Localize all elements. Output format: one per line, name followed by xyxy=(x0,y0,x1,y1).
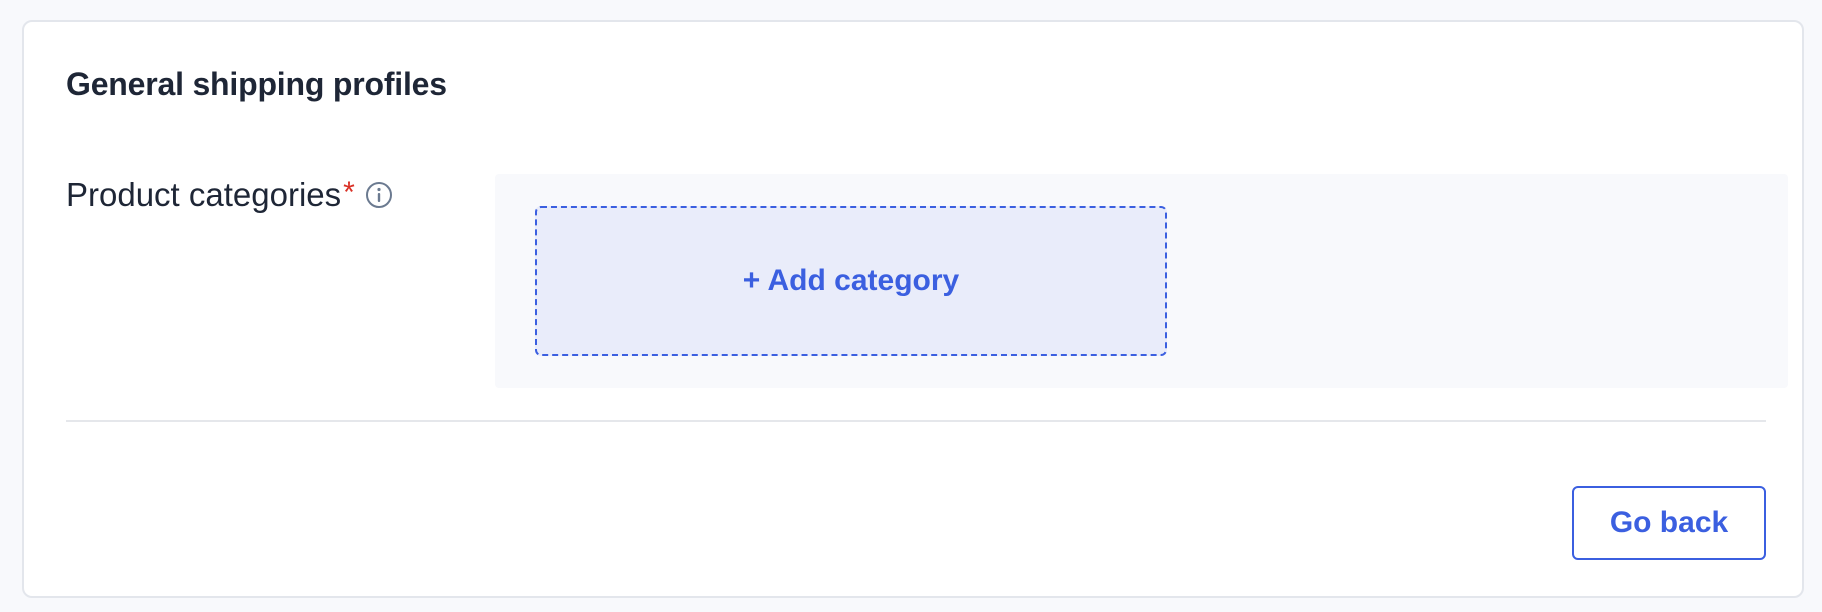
categories-field-area: + Add category xyxy=(495,174,1788,388)
divider xyxy=(66,420,1766,422)
add-category-label: + Add category xyxy=(742,264,960,297)
field-label-text: Product categories xyxy=(66,176,342,213)
card-title: General shipping profiles xyxy=(66,66,447,102)
required-marker: * xyxy=(343,176,355,209)
product-categories-label: Product categories * xyxy=(66,176,395,214)
shipping-profiles-card: General shipping profiles Product catego… xyxy=(22,20,1804,598)
info-icon-graphic xyxy=(365,182,392,208)
info-icon[interactable] xyxy=(363,179,395,211)
add-category-button[interactable]: + Add category xyxy=(535,206,1167,356)
go-back-button[interactable]: Go back xyxy=(1572,486,1766,560)
